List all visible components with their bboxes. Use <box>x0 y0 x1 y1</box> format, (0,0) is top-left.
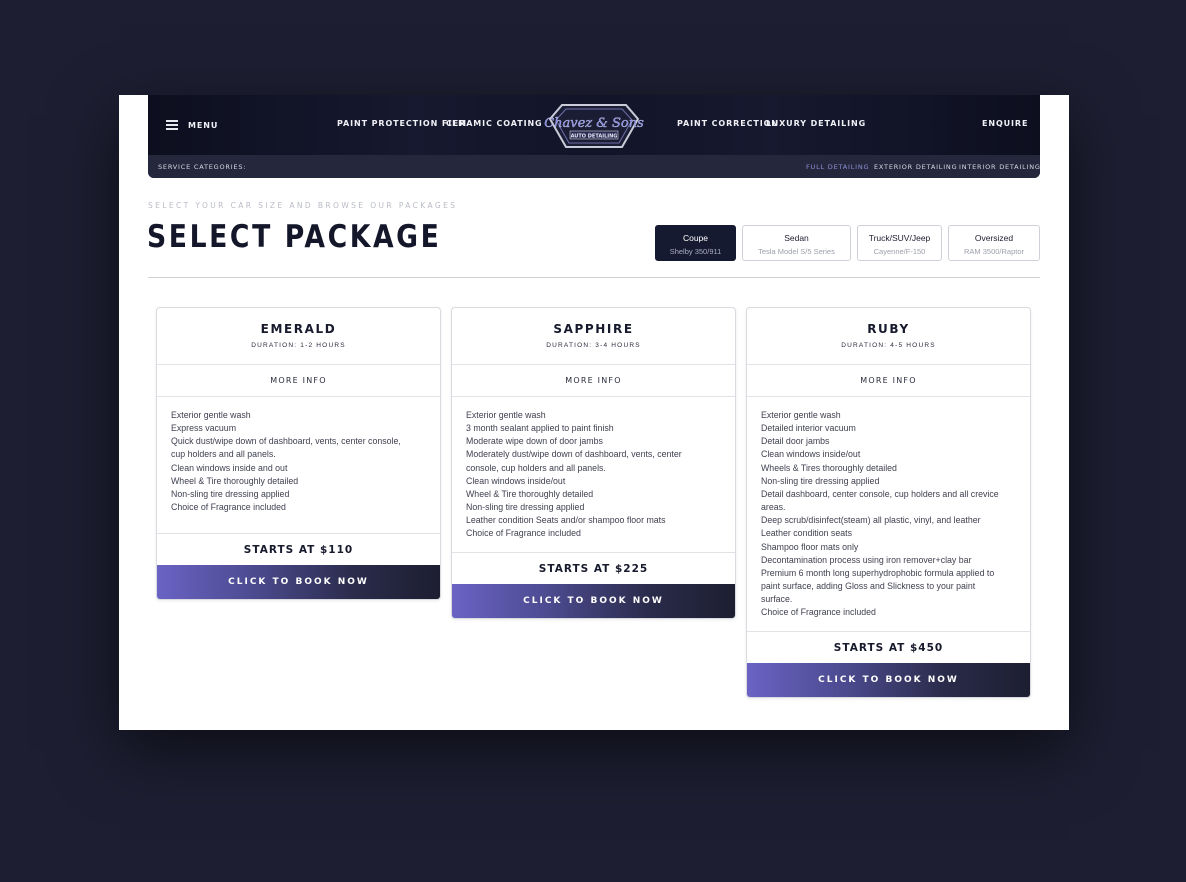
feature-item: 3 month sealant applied to paint finish <box>466 423 614 434</box>
site-header: MENU PAINT PROTECTION FILM CERAMIC COATI… <box>148 95 1040 178</box>
feature-item: paint surface, adding Gloss and Slicknes… <box>761 581 976 592</box>
company-logo[interactable]: Chavez & Sons AUTO DETAILING <box>544 99 644 153</box>
feature-item: Deep scrub/disinfect(steam) all plastic,… <box>761 515 981 526</box>
feature-item: Choice of Fragrance included <box>466 528 581 539</box>
nav-link-paint-correction[interactable]: PAINT CORRECTION <box>677 119 779 128</box>
size-example: RAM 3500/Raptor <box>963 247 1025 256</box>
feature-item: Wheel & Tire thoroughly detailed <box>466 488 594 499</box>
size-name: Truck/SUV/Jeep <box>868 233 931 243</box>
package-duration: DURATION: 4-5 HOURS <box>841 342 936 349</box>
feature-list: Exterior gentle wash Express vacuum Quic… <box>157 397 440 533</box>
feature-item: Decontamination process using iron remov… <box>761 554 972 565</box>
feature-item: Non-sling tire dressing applied <box>761 475 880 486</box>
size-name: Sedan <box>784 233 809 243</box>
service-category-bar: SERVICE CATEGORIES: FULL DETAILING EXTER… <box>148 155 1040 178</box>
feature-item: Detailed interior vacuum <box>761 423 856 434</box>
enquire-button[interactable]: ENQUIRE <box>982 119 1028 128</box>
category-interior-detailing[interactable]: INTERIOR DETAILING <box>959 163 1040 171</box>
package-price: STARTS AT $450 <box>747 631 1030 663</box>
package-duration: DURATION: 1-2 HOURS <box>251 342 346 349</box>
card-header: SAPPHIRE DURATION: 3-4 HOURS <box>452 308 735 365</box>
category-full-detailing[interactable]: FULL DETAILING <box>806 163 869 171</box>
feature-item: Clean windows inside/out <box>466 475 566 486</box>
feature-item: Wheel & Tire thoroughly detailed <box>171 475 299 486</box>
feature-item: Detail dashboard, center console, cup ho… <box>761 488 999 499</box>
feature-item: areas. <box>761 502 786 513</box>
nav-link-ceramic-coating[interactable]: CERAMIC COATING <box>446 119 543 128</box>
size-example: Shelby 350/911 <box>669 247 722 256</box>
size-option-coupe[interactable]: Coupe Shelby 350/911 <box>655 225 736 261</box>
feature-item: Express vacuum <box>171 423 237 434</box>
feature-item: Leather condition Seats and/or shampoo f… <box>466 515 666 526</box>
card-header: RUBY DURATION: 4-5 HOURS <box>747 308 1030 365</box>
package-name: RUBY <box>867 322 910 336</box>
feature-item: console, cup holders and all panels. <box>466 462 606 473</box>
feature-list: Exterior gentle wash 3 month sealant app… <box>452 397 735 552</box>
feature-item: Detail door jambs <box>761 436 830 447</box>
category-exterior-detailing[interactable]: EXTERIOR DETAILING <box>874 163 957 171</box>
size-name: Oversized <box>974 233 1014 243</box>
more-info-link[interactable]: MORE INFO <box>157 365 440 397</box>
feature-item: Non-sling tire dressing applied <box>171 488 290 499</box>
package-price: STARTS AT $110 <box>157 533 440 565</box>
main-navbar: MENU PAINT PROTECTION FILM CERAMIC COATI… <box>148 95 1040 155</box>
feature-item: Leather condition seats <box>761 528 852 539</box>
more-info-link[interactable]: MORE INFO <box>452 365 735 397</box>
size-option-sedan[interactable]: Sedan Tesla Model S/5 Series <box>742 225 851 261</box>
feature-item: Choice of Fragrance included <box>171 502 286 513</box>
feature-item: Premium 6 month long superhydrophobic fo… <box>761 567 995 578</box>
size-name: Coupe <box>682 233 709 243</box>
card-header: EMERALD DURATION: 1-2 HOURS <box>157 308 440 365</box>
service-categories-label: SERVICE CATEGORIES: <box>158 163 247 171</box>
feature-item: Exterior gentle wash <box>761 410 841 420</box>
size-option-oversized[interactable]: Oversized RAM 3500/Raptor <box>948 225 1040 261</box>
feature-item: Exterior gentle wash <box>171 410 251 420</box>
page-eyebrow: SELECT YOUR CAR SIZE AND BROWSE OUR PACK… <box>148 201 458 210</box>
feature-item: Moderately dust/wipe down of dashboard, … <box>466 449 682 460</box>
package-price: STARTS AT $225 <box>452 552 735 584</box>
size-example: Tesla Model S/5 Series <box>758 247 835 256</box>
book-now-button[interactable]: CLICK TO BOOK NOW <box>157 565 440 599</box>
logo-tagline: AUTO DETAILING <box>571 133 618 139</box>
feature-item: Wheels & Tires thoroughly detailed <box>761 462 897 473</box>
more-info-link[interactable]: MORE INFO <box>747 365 1030 397</box>
feature-item: Clean windows inside/out <box>761 449 861 460</box>
menu-button[interactable]: MENU <box>166 117 218 133</box>
feature-item: Exterior gentle wash <box>466 410 546 420</box>
nav-link-luxury-detailing[interactable]: LUXURY DETAILING <box>766 119 866 128</box>
hamburger-icon <box>166 120 178 130</box>
size-example: Cayenne/F-150 <box>873 247 926 256</box>
logo-script-text: Chavez & Sons <box>544 116 644 131</box>
book-now-button[interactable]: CLICK TO BOOK NOW <box>747 663 1030 697</box>
title-divider <box>148 277 1040 278</box>
menu-label: MENU <box>188 120 219 130</box>
feature-item: Quick dust/wipe down of dashboard, vents… <box>171 436 401 447</box>
feature-item: Non-sling tire dressing applied <box>466 502 585 513</box>
page-container: MENU PAINT PROTECTION FILM CERAMIC COATI… <box>119 95 1069 730</box>
feature-item: Moderate wipe down of door jambs <box>466 436 603 447</box>
book-now-button[interactable]: CLICK TO BOOK NOW <box>452 584 735 618</box>
package-name: SAPPHIRE <box>553 322 634 336</box>
package-card-ruby: RUBY DURATION: 4-5 HOURS MORE INFO Exter… <box>746 307 1031 698</box>
feature-item: cup holders and all panels. <box>171 449 276 460</box>
feature-item: Choice of Fragrance included <box>761 607 876 618</box>
package-card-sapphire: SAPPHIRE DURATION: 3-4 HOURS MORE INFO E… <box>451 307 736 619</box>
page-title: SELECT PACKAGE <box>147 219 442 255</box>
size-option-truck-suv-jeep[interactable]: Truck/SUV/Jeep Cayenne/F-150 <box>857 225 942 261</box>
feature-item: surface. <box>761 594 793 605</box>
package-card-emerald: EMERALD DURATION: 1-2 HOURS MORE INFO Ex… <box>156 307 441 600</box>
package-name: EMERALD <box>260 322 337 336</box>
feature-list: Exterior gentle wash Detailed interior v… <box>747 397 1030 631</box>
feature-item: Shampoo floor mats only <box>761 541 859 552</box>
package-duration: DURATION: 3-4 HOURS <box>546 342 641 349</box>
feature-item: Clean windows inside and out <box>171 462 288 473</box>
